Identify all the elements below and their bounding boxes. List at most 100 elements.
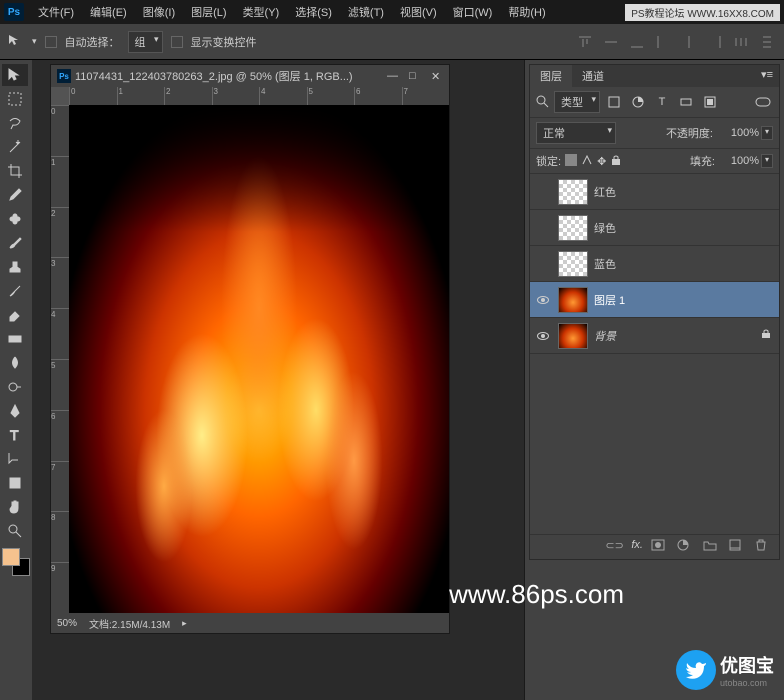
move-tool[interactable] bbox=[2, 64, 28, 86]
layer-thumbnail[interactable] bbox=[558, 179, 588, 205]
align-bottom-icon[interactable] bbox=[628, 34, 646, 50]
document-titlebar[interactable]: Ps 11074431_122403780263_2.jpg @ 50% (图层… bbox=[51, 65, 449, 87]
filter-pixel-icon[interactable] bbox=[604, 93, 624, 111]
dist-v-icon[interactable] bbox=[758, 34, 776, 50]
visibility-toggle[interactable] bbox=[534, 255, 552, 273]
fill-arrow[interactable]: ▾ bbox=[761, 154, 773, 168]
layer-row[interactable]: 绿色 bbox=[530, 210, 779, 246]
lock-pixels-icon[interactable] bbox=[581, 154, 593, 169]
filter-toggle[interactable] bbox=[753, 93, 773, 111]
filter-type-icon[interactable]: T bbox=[652, 93, 672, 111]
auto-select-checkbox[interactable] bbox=[45, 36, 57, 48]
filter-shape-icon[interactable] bbox=[676, 93, 696, 111]
filter-adjust-icon[interactable] bbox=[628, 93, 648, 111]
zoom-level[interactable]: 50% bbox=[57, 618, 77, 629]
eyedropper-tool[interactable] bbox=[2, 184, 28, 206]
delete-icon[interactable] bbox=[755, 539, 773, 555]
adjustment-icon[interactable] bbox=[677, 539, 695, 555]
align-hcenter-icon[interactable] bbox=[680, 34, 698, 50]
pen-tool[interactable] bbox=[2, 400, 28, 422]
align-right-icon[interactable] bbox=[706, 34, 724, 50]
eraser-tool[interactable] bbox=[2, 304, 28, 326]
brush-tool[interactable] bbox=[2, 232, 28, 254]
stamp-tool[interactable] bbox=[2, 256, 28, 278]
fx-icon[interactable]: fx. bbox=[631, 539, 643, 555]
color-swatches[interactable] bbox=[2, 548, 30, 576]
filter-smart-icon[interactable] bbox=[700, 93, 720, 111]
visibility-toggle[interactable] bbox=[534, 183, 552, 201]
layer-row[interactable]: 图层 1 bbox=[530, 282, 779, 318]
menu-help[interactable]: 帮助(H) bbox=[500, 4, 553, 20]
ruler-vertical[interactable]: 0123456789 bbox=[51, 105, 69, 613]
tab-layers[interactable]: 图层 bbox=[530, 65, 572, 87]
close-button[interactable]: ✕ bbox=[431, 70, 443, 82]
menu-type[interactable]: 类型(Y) bbox=[235, 4, 288, 20]
menu-file[interactable]: 文件(F) bbox=[30, 4, 82, 20]
blend-mode-dropdown[interactable]: 正常 bbox=[536, 122, 616, 144]
layer-name[interactable]: 背景 bbox=[594, 328, 755, 344]
layer-row[interactable]: 背景 bbox=[530, 318, 779, 354]
link-layers-icon[interactable]: ⊂⊃ bbox=[605, 539, 623, 555]
layer-name[interactable]: 红色 bbox=[594, 184, 775, 200]
menu-window[interactable]: 窗口(W) bbox=[445, 4, 501, 20]
menu-view[interactable]: 视图(V) bbox=[392, 4, 445, 20]
filter-kind-dropdown[interactable]: 类型 bbox=[554, 91, 600, 113]
search-icon[interactable] bbox=[536, 95, 550, 109]
menu-filter[interactable]: 滤镜(T) bbox=[340, 4, 392, 20]
opacity-arrow[interactable]: ▾ bbox=[761, 126, 773, 140]
shape-tool[interactable] bbox=[2, 472, 28, 494]
canvas[interactable] bbox=[69, 105, 449, 613]
zoom-tool[interactable] bbox=[2, 520, 28, 542]
layer-row[interactable]: 红色 bbox=[530, 174, 779, 210]
layer-thumbnail[interactable] bbox=[558, 251, 588, 277]
doc-size[interactable]: 文档:2.15M/4.13M bbox=[89, 616, 170, 631]
visibility-toggle[interactable] bbox=[534, 291, 552, 309]
lock-all-icon[interactable] bbox=[610, 154, 622, 169]
wand-tool[interactable] bbox=[2, 136, 28, 158]
mask-icon[interactable] bbox=[651, 539, 669, 555]
healing-tool[interactable] bbox=[2, 208, 28, 230]
minimize-button[interactable]: — bbox=[387, 70, 399, 82]
layer-thumbnail[interactable] bbox=[558, 323, 588, 349]
visibility-toggle[interactable] bbox=[534, 219, 552, 237]
panel-menu-icon[interactable]: ▾≡ bbox=[755, 65, 779, 87]
tab-channels[interactable]: 通道 bbox=[572, 65, 614, 87]
menu-image[interactable]: 图像(I) bbox=[135, 4, 183, 20]
align-top-icon[interactable] bbox=[576, 34, 594, 50]
fg-color-swatch[interactable] bbox=[2, 548, 20, 566]
lock-transparency-icon[interactable] bbox=[565, 154, 577, 169]
gradient-tool[interactable] bbox=[2, 328, 28, 350]
crop-tool[interactable] bbox=[2, 160, 28, 182]
blur-tool[interactable] bbox=[2, 352, 28, 374]
tool-preset-arrow[interactable]: ▾ bbox=[32, 36, 37, 47]
new-layer-icon[interactable] bbox=[729, 539, 747, 555]
opacity-value[interactable]: 100% bbox=[719, 127, 759, 139]
path-tool[interactable] bbox=[2, 448, 28, 470]
layer-thumbnail[interactable] bbox=[558, 215, 588, 241]
show-transform-checkbox[interactable] bbox=[171, 36, 183, 48]
layer-name[interactable]: 蓝色 bbox=[594, 256, 775, 272]
menu-layer[interactable]: 图层(L) bbox=[183, 4, 234, 20]
lasso-tool[interactable] bbox=[2, 112, 28, 134]
visibility-toggle[interactable] bbox=[534, 327, 552, 345]
align-left-icon[interactable] bbox=[654, 34, 672, 50]
ruler-horizontal[interactable]: 01234567 bbox=[69, 87, 449, 105]
marquee-tool[interactable] bbox=[2, 88, 28, 110]
layer-name[interactable]: 绿色 bbox=[594, 220, 775, 236]
layer-name[interactable]: 图层 1 bbox=[594, 292, 775, 308]
menu-edit[interactable]: 编辑(E) bbox=[82, 4, 135, 20]
align-vcenter-icon[interactable] bbox=[602, 34, 620, 50]
fill-value[interactable]: 100% bbox=[719, 155, 759, 167]
dodge-tool[interactable] bbox=[2, 376, 28, 398]
menu-select[interactable]: 选择(S) bbox=[287, 4, 340, 20]
hand-tool[interactable] bbox=[2, 496, 28, 518]
type-tool[interactable]: T bbox=[2, 424, 28, 446]
layer-thumbnail[interactable] bbox=[558, 287, 588, 313]
dist-h-icon[interactable] bbox=[732, 34, 750, 50]
history-brush-tool[interactable] bbox=[2, 280, 28, 302]
layer-row[interactable]: 蓝色 bbox=[530, 246, 779, 282]
lock-position-icon[interactable]: ✥ bbox=[597, 155, 606, 168]
auto-select-dropdown[interactable]: 组 bbox=[128, 31, 163, 53]
group-icon[interactable] bbox=[703, 539, 721, 555]
maximize-button[interactable]: □ bbox=[409, 70, 421, 82]
